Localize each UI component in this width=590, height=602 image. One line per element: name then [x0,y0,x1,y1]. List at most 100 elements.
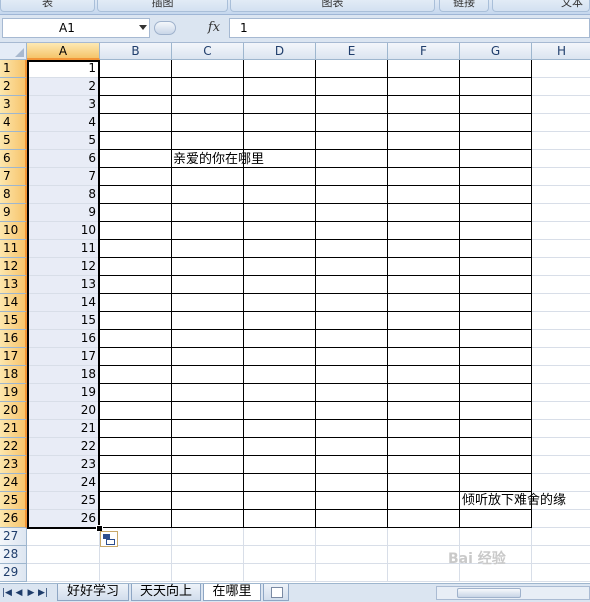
insert-function-icon[interactable]: fx [200,18,228,38]
row-header-6[interactable]: 6 [0,150,27,168]
cell-b10[interactable] [100,222,172,240]
cell-h14[interactable] [532,294,590,312]
cell-a8[interactable]: 8 [27,186,100,204]
cell-e13[interactable] [316,276,388,294]
cell-h6[interactable] [532,150,590,168]
cell-d26[interactable] [244,510,316,528]
last-sheet-icon[interactable]: ▶| [38,587,48,599]
cell-b5[interactable] [100,132,172,150]
cell-d11[interactable] [244,240,316,258]
cell-e28[interactable] [316,546,388,564]
cell-h11[interactable] [532,240,590,258]
cell-d16[interactable] [244,330,316,348]
cell-f25[interactable] [388,492,460,510]
cell-b3[interactable] [100,96,172,114]
cell-e26[interactable] [316,510,388,528]
cell-d22[interactable] [244,438,316,456]
cell-f4[interactable] [388,114,460,132]
column-header-e[interactable]: E [316,43,388,60]
ribbon-group-charts[interactable]: 图表 [230,0,435,12]
cell-a21[interactable]: 21 [27,420,100,438]
cell-c14[interactable] [172,294,244,312]
row-header-24[interactable]: 24 [0,474,27,492]
cell-g3[interactable] [460,96,532,114]
ribbon-group-text[interactable]: 文本 [492,0,590,12]
cell-e1[interactable] [316,60,388,78]
cell-a16[interactable]: 16 [27,330,100,348]
cell-d12[interactable] [244,258,316,276]
cell-b7[interactable] [100,168,172,186]
cell-d4[interactable] [244,114,316,132]
row-header-28[interactable]: 28 [0,546,27,564]
cell-h19[interactable] [532,384,590,402]
cell-g12[interactable] [460,258,532,276]
cell-c5[interactable] [172,132,244,150]
cell-b6[interactable] [100,150,172,168]
row-header-25[interactable]: 25 [0,492,27,510]
cell-e10[interactable] [316,222,388,240]
cell-g5[interactable] [460,132,532,150]
row-header-22[interactable]: 22 [0,438,27,456]
cell-a14[interactable]: 14 [27,294,100,312]
cell-f26[interactable] [388,510,460,528]
cell-a9[interactable]: 9 [27,204,100,222]
next-sheet-icon[interactable]: ▶ [26,587,36,599]
cell-f20[interactable] [388,402,460,420]
cell-e23[interactable] [316,456,388,474]
cell-c21[interactable] [172,420,244,438]
cell-h21[interactable] [532,420,590,438]
row-header-13[interactable]: 13 [0,276,27,294]
cell-h17[interactable] [532,348,590,366]
cell-b8[interactable] [100,186,172,204]
cell-g27[interactable] [460,528,532,546]
cell-g14[interactable] [460,294,532,312]
cell-h7[interactable] [532,168,590,186]
sheet-tab-3[interactable]: 在哪里 [203,584,261,601]
row-header-20[interactable]: 20 [0,402,27,420]
cell-b16[interactable] [100,330,172,348]
cell-e16[interactable] [316,330,388,348]
row-header-12[interactable]: 12 [0,258,27,276]
cell-b25[interactable] [100,492,172,510]
cell-e19[interactable] [316,384,388,402]
cell-h1[interactable] [532,60,590,78]
paste-options-icon[interactable] [100,531,118,547]
cell-g26[interactable] [460,510,532,528]
cell-f7[interactable] [388,168,460,186]
first-sheet-icon[interactable]: |◀ [2,587,12,599]
cell-b20[interactable] [100,402,172,420]
row-header-11[interactable]: 11 [0,240,27,258]
cell-b19[interactable] [100,384,172,402]
cell-a10[interactable]: 10 [27,222,100,240]
cell-e6[interactable] [316,150,388,168]
cell-c13[interactable] [172,276,244,294]
cell-c29[interactable] [172,564,244,582]
cell-b15[interactable] [100,312,172,330]
cell-d15[interactable] [244,312,316,330]
cell-h23[interactable] [532,456,590,474]
cell-c2[interactable] [172,78,244,96]
cell-a1[interactable]: 1 [27,60,100,78]
cell-c16[interactable] [172,330,244,348]
cell-d2[interactable] [244,78,316,96]
cell-a2[interactable]: 2 [27,78,100,96]
cell-e24[interactable] [316,474,388,492]
formula-input[interactable]: 1 [229,18,590,38]
cell-g1[interactable] [460,60,532,78]
cell-b4[interactable] [100,114,172,132]
cell-d23[interactable] [244,456,316,474]
cell-b23[interactable] [100,456,172,474]
cell-h5[interactable] [532,132,590,150]
column-header-d[interactable]: D [244,43,316,60]
cell-h9[interactable] [532,204,590,222]
cell-f10[interactable] [388,222,460,240]
cell-h15[interactable] [532,312,590,330]
cell-a3[interactable]: 3 [27,96,100,114]
cell-b29[interactable] [100,564,172,582]
cell-c4[interactable] [172,114,244,132]
cell-f8[interactable] [388,186,460,204]
cell-f6[interactable] [388,150,460,168]
row-header-26[interactable]: 26 [0,510,27,528]
cell-f17[interactable] [388,348,460,366]
cell-h28[interactable] [532,546,590,564]
